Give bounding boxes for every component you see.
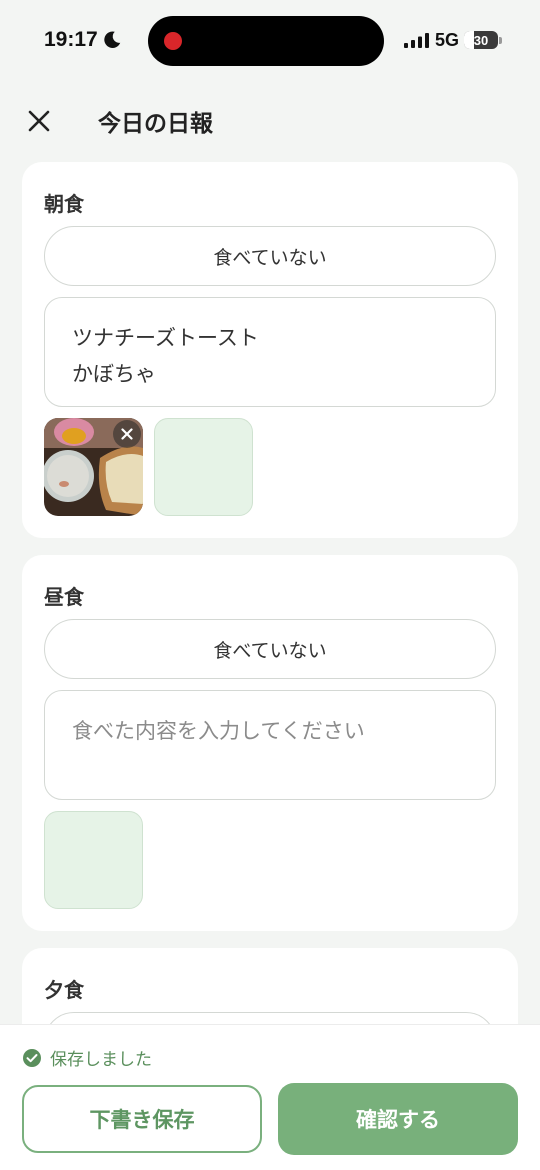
confirm-button[interactable]: 確認する [278, 1083, 518, 1155]
close-icon [28, 110, 50, 132]
dinner-title: 夕食 [44, 978, 84, 1002]
breakfast-title: 朝食 [44, 192, 84, 216]
lunch-card: 昼食 食べていない 食べた内容を入力してください [22, 555, 518, 931]
save-draft-button[interactable]: 下書き保存 [22, 1085, 262, 1153]
page-title: 今日の日報 [98, 111, 213, 137]
close-button[interactable] [24, 106, 54, 136]
breakfast-card: 朝食 食べていない ツナチーズトースト かぼちゃ [22, 162, 518, 538]
battery-level: 30 [473, 32, 489, 48]
lunch-title: 昼食 [44, 585, 84, 609]
lunch-add-photo-button[interactable] [44, 811, 143, 909]
lunch-not-eaten-button[interactable]: 食べていない [44, 619, 496, 679]
signal-icon [404, 33, 429, 48]
status-time: 19:17 [44, 28, 98, 51]
header: 今日の日報 [0, 82, 540, 160]
recording-indicator-icon [164, 32, 182, 50]
dynamic-island [148, 16, 384, 66]
check-circle-icon [23, 1048, 41, 1067]
battery-icon: 30 [464, 31, 498, 49]
saved-status: 保存しました [22, 1045, 152, 1070]
moon-icon [104, 31, 121, 48]
lunch-text-field[interactable]: 食べた内容を入力してください [44, 690, 496, 800]
battery-tip [499, 37, 502, 44]
status-bar: 19:17 5G 30 [0, 0, 540, 82]
saved-status-text: 保存しました [50, 1050, 152, 1070]
close-icon [121, 428, 133, 440]
footer-bar: 保存しました 下書き保存 確認する [0, 1024, 540, 1170]
breakfast-photo-remove-button[interactable] [113, 420, 141, 448]
breakfast-text-field[interactable]: ツナチーズトースト かぼちゃ [44, 297, 496, 407]
network-type: 5G [435, 30, 460, 50]
breakfast-add-photo-button[interactable] [154, 418, 253, 516]
breakfast-photo[interactable] [44, 418, 143, 516]
breakfast-not-eaten-button[interactable]: 食べていない [44, 226, 496, 286]
